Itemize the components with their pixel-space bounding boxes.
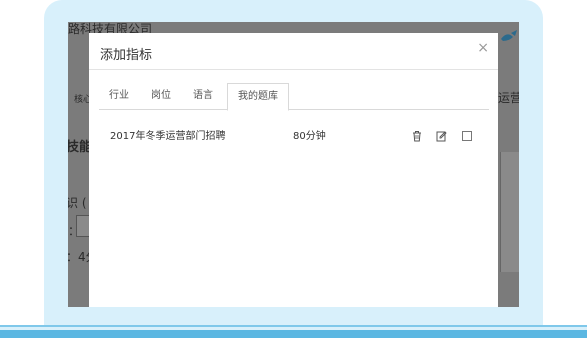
tab-my-question-bank[interactable]: 我的题库 [227, 83, 289, 111]
nav-right: 运营 [498, 91, 519, 105]
tab-bar: 行业 岗位 语言 我的题库 [99, 83, 489, 111]
device-edge [0, 330, 587, 338]
tab-industry[interactable]: 行业 [99, 83, 139, 109]
list-item: 2017年冬季运营部门招聘 80分钟 [89, 123, 498, 143]
trash-icon[interactable] [411, 130, 423, 142]
dialog-header: 添加指标 × [89, 33, 498, 70]
right-card [500, 152, 519, 272]
item-duration: 80分钟 [293, 131, 326, 142]
edit-icon[interactable] [436, 130, 448, 142]
close-icon[interactable]: × [477, 40, 489, 56]
field-label-1: 识 ( [68, 196, 87, 210]
dialog-title: 添加指标 [100, 48, 153, 63]
device-base-line [0, 325, 587, 327]
add-indicator-dialog: 添加指标 × 行业 岗位 语言 我的题库 2017年冬季运营部门招聘 80分钟 [89, 33, 498, 307]
tab-position[interactable]: 岗位 [141, 83, 181, 109]
logo-icon [499, 28, 519, 42]
select-checkbox[interactable] [461, 130, 473, 142]
item-name: 2017年冬季运营部门招聘 [110, 131, 226, 142]
tab-language[interactable]: 语言 [183, 83, 223, 109]
